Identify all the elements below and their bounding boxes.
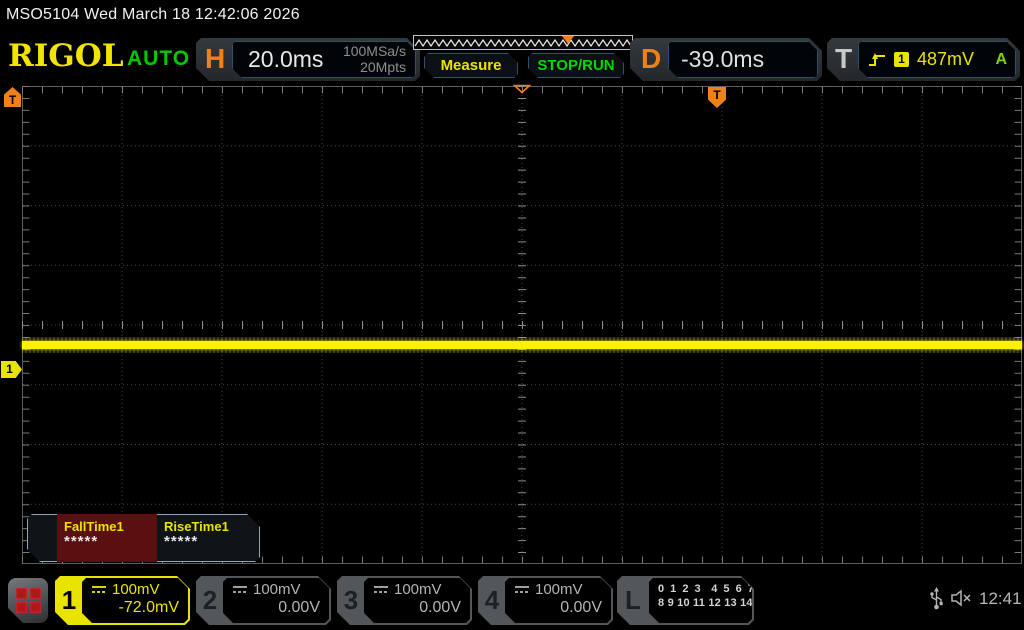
horizontal-inner[interactable]: 20.0ms 100MSa/s 20Mpts <box>232 41 416 78</box>
menu-grid-icon <box>30 588 41 599</box>
usb-icon <box>930 587 943 610</box>
channel2-number: 2 <box>202 585 218 615</box>
channel1-number: 1 <box>61 585 77 615</box>
channel1-ground-marker[interactable]: 1 <box>1 361 22 378</box>
logic-analyzer-label: L <box>625 585 641 615</box>
dc-coupling-icon <box>232 585 248 594</box>
memory-depth-value: 20Mpts <box>360 58 406 75</box>
logic-analyzer-box[interactable]: L 0 1 2 3 4 5 6 7 8 9 10 11 12 13 14 15 <box>617 576 754 625</box>
channel1-trace <box>22 337 1022 353</box>
rigol-logo: RIGOL <box>8 38 124 74</box>
channel3-number: 3 <box>343 585 359 615</box>
sample-rate-value: 100MSa/s <box>342 42 406 59</box>
model-date-text: MSO5104 Wed March 18 12:42:06 2026 <box>6 6 300 23</box>
dc-coupling-icon <box>373 585 389 594</box>
channel3-offset: 0.00V <box>419 599 461 616</box>
logic-analyzer-channels: 0 1 2 3 4 5 6 7 8 9 10 11 12 13 14 15 <box>649 578 752 623</box>
trigger-panel[interactable]: T 1 487mV A <box>827 38 1020 81</box>
channel4-info: 100mV 0.00V <box>505 578 611 623</box>
oscilloscope-screen: MSO5104 Wed March 18 12:42:06 2026 RIGOL… <box>0 0 1024 630</box>
trigger-sweep-mode: A <box>995 50 1007 68</box>
delay-label: D <box>641 43 662 74</box>
memory-waveform-preview[interactable] <box>413 35 633 50</box>
measurement-risetime[interactable]: RiseTime1 ***** <box>157 514 257 562</box>
trigger-inner[interactable]: 1 487mV A <box>858 41 1016 78</box>
measurement-panel[interactable]: FallTime1 ***** RiseTime1 ***** <box>27 514 260 562</box>
delay-panel[interactable]: D -39.0ms <box>630 38 822 81</box>
channel3-box[interactable]: 3 100mV 0.00V <box>337 576 472 625</box>
trigger-label: T <box>835 43 853 74</box>
measurement-risetime-value: ***** <box>164 533 199 550</box>
channel2-box[interactable]: 2 100mV 0.00V <box>196 576 331 625</box>
dc-coupling-icon <box>91 585 107 594</box>
preview-waveform-icon <box>414 38 632 48</box>
preview-trigger-marker-icon <box>562 36 574 44</box>
channel4-offset: 0.00V <box>560 599 602 616</box>
channel2-info: 100mV 0.00V <box>223 578 329 623</box>
channel3-scale: 100mV <box>394 581 442 598</box>
horizontal-label: H <box>205 43 226 74</box>
channel1-scale: 100mV <box>112 581 160 598</box>
channel2-offset: 0.00V <box>278 599 320 616</box>
stop-run-button[interactable]: STOP/RUN <box>528 53 624 78</box>
measurement-risetime-label: RiseTime1 <box>164 519 229 534</box>
speaker-muted-icon <box>951 589 971 607</box>
menu-grid-button[interactable] <box>8 578 48 623</box>
trigger-source-badge: 1 <box>894 52 909 67</box>
measurement-falltime-value: ***** <box>64 533 99 550</box>
trigger-level-value: 487mV <box>917 49 975 69</box>
graticule-grid <box>22 86 1022 564</box>
channel4-scale: 100mV <box>535 581 583 598</box>
channel3-info: 100mV 0.00V <box>364 578 470 623</box>
channel1-info: 100mV -72.0mV <box>82 578 188 623</box>
delay-value: -39.0ms <box>681 46 765 72</box>
clock-text: 12:41 <box>979 589 1022 608</box>
measure-button[interactable]: Measure <box>424 53 518 78</box>
dc-coupling-icon <box>514 585 530 594</box>
channel4-box[interactable]: 4 100mV 0.00V <box>478 576 613 625</box>
horizontal-panel[interactable]: H 20.0ms 100MSa/s 20Mpts <box>196 38 420 81</box>
channel4-number: 4 <box>484 585 500 615</box>
trigger-level-marker[interactable]: T <box>4 87 21 107</box>
rising-edge-trigger-icon <box>868 52 886 67</box>
delay-inner[interactable]: -39.0ms <box>668 41 818 78</box>
menu-grid-icon <box>16 602 27 613</box>
menu-grid-icon <box>16 588 27 599</box>
horizontal-center-marker-icon <box>513 84 531 94</box>
logic-channels-row1: 0 1 2 3 4 5 6 7 <box>658 583 756 595</box>
timebase-value: 20.0ms <box>248 46 324 72</box>
channel1-box[interactable]: 1 100mV -72.0mV <box>55 576 190 625</box>
channel1-offset: -72.0mV <box>118 599 179 616</box>
measurement-falltime[interactable]: FallTime1 ***** <box>57 514 157 562</box>
channel2-scale: 100mV <box>253 581 301 598</box>
channel1-trace-core <box>22 341 1022 349</box>
logic-channels-row2: 8 9 10 11 12 13 14 15 <box>658 597 769 609</box>
sample-rate-block: 100MSa/s 20Mpts <box>343 44 416 75</box>
menu-grid-icon <box>30 602 41 613</box>
acquisition-mode-label: AUTO <box>127 47 191 70</box>
measurement-falltime-label: FallTime1 <box>64 519 124 534</box>
